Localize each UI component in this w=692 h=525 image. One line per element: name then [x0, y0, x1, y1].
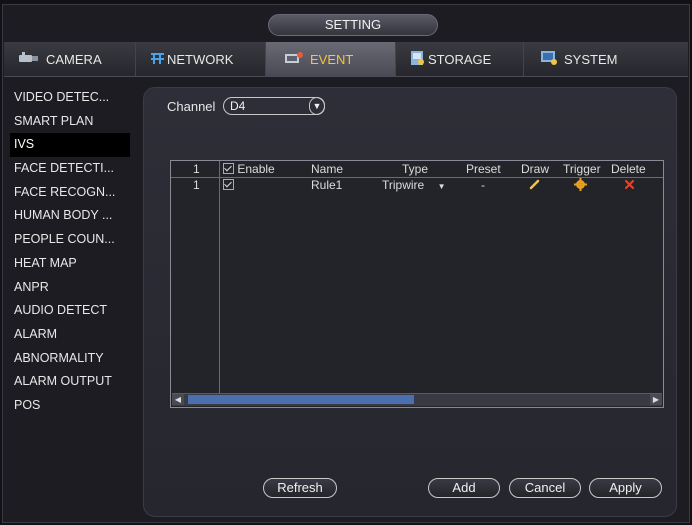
header-delete: Delete	[611, 162, 646, 176]
tab-label: CAMERA	[46, 51, 102, 67]
gear-icon[interactable]	[574, 178, 587, 195]
sidebar-item-audio-detect[interactable]: AUDIO DETECT	[10, 299, 130, 323]
sidebar-item-face-recognition[interactable]: FACE RECOGN...	[10, 181, 130, 205]
row-name[interactable]: Rule1	[311, 177, 342, 193]
row-preset: -	[481, 178, 485, 192]
tab-label: STORAGE	[428, 51, 492, 67]
top-nav: CAMERA NETWORK EVENT STORAGE SYSTEM	[4, 42, 688, 77]
row-index: 1	[193, 178, 200, 192]
sidebar-item-anpr[interactable]: ANPR	[10, 276, 130, 300]
sidebar-item-alarm-output[interactable]: ALARM OUTPUT	[10, 370, 130, 394]
scroll-right-icon[interactable]: ▶	[650, 394, 662, 405]
chevron-down-icon[interactable]: ▼	[309, 97, 325, 115]
table-row[interactable]: 1 Rule1 Tripwire ▼ -	[171, 177, 663, 193]
apply-button[interactable]: Apply	[589, 478, 662, 498]
sidebar-item-alarm[interactable]: ALARM	[10, 323, 130, 347]
chevron-down-icon[interactable]: ▼	[438, 182, 446, 191]
tab-label: EVENT	[310, 51, 354, 67]
sidebar-item-human-body[interactable]: HUMAN BODY ...	[10, 204, 130, 228]
tab-system[interactable]: SYSTEM	[524, 42, 688, 76]
add-button[interactable]: Add	[428, 478, 500, 498]
channel-label: Channel	[167, 99, 216, 114]
sidebar-item-face-detection[interactable]: FACE DETECTI...	[10, 157, 130, 181]
delete-icon[interactable]	[624, 178, 635, 194]
tab-event[interactable]: EVENT	[266, 42, 396, 76]
network-icon	[150, 51, 166, 68]
sidebar-item-people-counting[interactable]: PEOPLE COUN...	[10, 228, 130, 252]
header-enable-label: Enable	[237, 162, 275, 176]
column-divider	[219, 161, 220, 393]
select-all-checkbox[interactable]	[223, 163, 234, 174]
event-icon	[284, 51, 304, 68]
sidebar-item-smart-plan[interactable]: SMART PLAN	[10, 110, 130, 134]
header-index: 1	[193, 162, 200, 176]
tab-network[interactable]: NETWORK	[136, 42, 266, 76]
row-enable-checkbox[interactable]	[223, 177, 234, 193]
header-name: Name	[311, 162, 344, 176]
pencil-icon[interactable]	[529, 178, 541, 194]
header-enable[interactable]: Enable	[223, 161, 275, 177]
row-type-select[interactable]: Tripwire ▼	[382, 177, 446, 195]
row-type-value: Tripwire	[382, 178, 425, 192]
sidebar-item-pos[interactable]: POS	[10, 394, 130, 418]
header-trigger: Trigger	[563, 162, 601, 176]
tab-label: SYSTEM	[564, 51, 618, 67]
header-preset: Preset	[466, 162, 501, 176]
header-draw: Draw	[521, 162, 550, 176]
horizontal-scrollbar[interactable]: ◀ ▶	[172, 393, 662, 406]
system-icon	[540, 50, 558, 69]
scroll-left-icon[interactable]: ◀	[172, 394, 184, 405]
tab-storage[interactable]: STORAGE	[396, 42, 524, 76]
table-header: 1 Enable Name Type Preset Draw Trigger D…	[171, 161, 663, 178]
camera-icon	[18, 51, 40, 68]
sidebar-item-ivs[interactable]: IVS	[10, 133, 130, 158]
header-type: Type	[402, 162, 429, 176]
sidebar-item-video-detect[interactable]: VIDEO DETEC...	[10, 86, 130, 110]
channel-value: D4	[230, 99, 246, 113]
sidebar-item-heat-map[interactable]: HEAT MAP	[10, 252, 130, 276]
storage-icon	[410, 50, 426, 69]
refresh-button[interactable]: Refresh	[263, 478, 337, 498]
sidebar: VIDEO DETEC... SMART PLAN IVS FACE DETEC…	[10, 86, 130, 418]
checkbox-checked-icon[interactable]	[223, 179, 234, 190]
rules-table: 1 Enable Name Type Preset Draw Trigger D…	[170, 160, 664, 408]
scroll-thumb[interactable]	[188, 395, 414, 404]
tab-camera[interactable]: CAMERA	[4, 42, 136, 76]
channel-select[interactable]: D4 ▼	[223, 97, 325, 115]
cancel-button[interactable]: Cancel	[509, 478, 581, 498]
sidebar-item-abnormality[interactable]: ABNORMALITY	[10, 347, 130, 371]
window-title: SETTING	[268, 14, 438, 36]
tab-label: NETWORK	[167, 51, 234, 67]
